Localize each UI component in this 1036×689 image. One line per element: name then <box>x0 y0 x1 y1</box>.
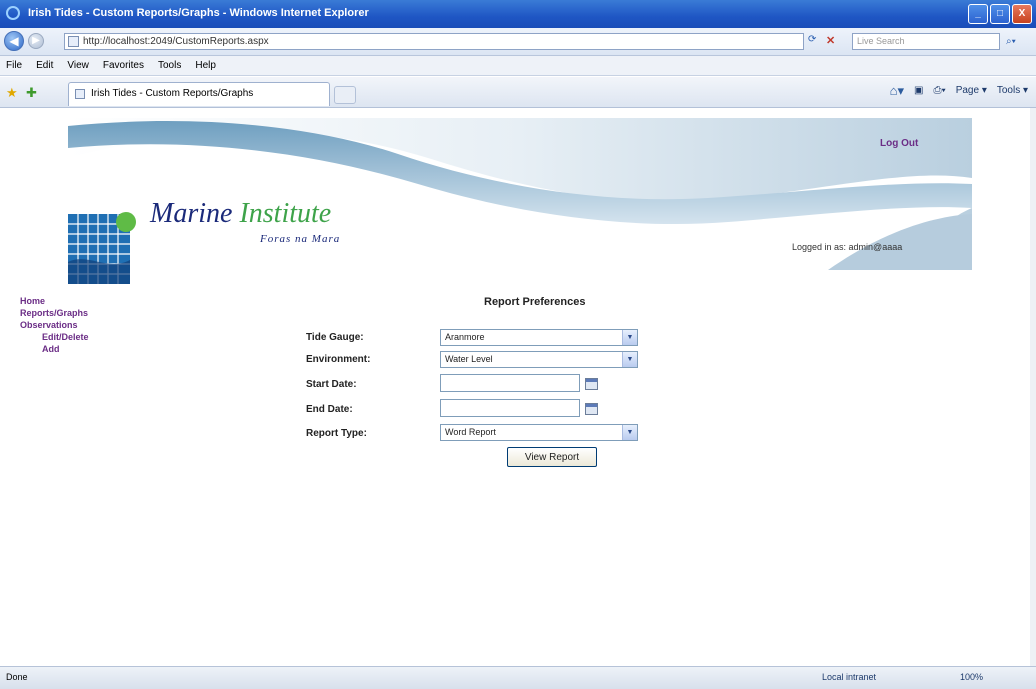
tab-custom-reports[interactable]: Irish Tides - Custom Reports/Graphs <box>68 82 330 106</box>
address-toolbar: ◀ ▶ http://localhost:2049/CustomReports.… <box>0 28 1036 56</box>
view-report-button[interactable]: View Report <box>507 447 597 467</box>
chevron-down-icon[interactable]: ▼ <box>622 425 637 440</box>
end-date-input[interactable] <box>440 399 580 417</box>
report-type-label: Report Type: <box>306 428 367 439</box>
scrollbar[interactable] <box>1030 108 1036 666</box>
chevron-down-icon[interactable]: ▼ <box>622 352 637 367</box>
marine-institute-logo-icon <box>68 212 136 284</box>
sidebar-item-edit-delete[interactable]: Edit/Delete <box>20 331 89 343</box>
sidebar-item-reports-graphs[interactable]: Reports/Graphs <box>20 307 89 319</box>
status-text: Done <box>6 672 28 682</box>
print-icon[interactable]: ⎙▾ <box>933 85 945 96</box>
start-date-label: Start Date: <box>306 379 357 390</box>
logo-subtitle: Foras na Mara <box>260 233 341 245</box>
favorites-star-icon[interactable]: ★ <box>6 85 18 101</box>
page-icon <box>68 36 79 47</box>
minimize-button[interactable]: _ <box>968 4 988 24</box>
tide-gauge-select[interactable]: Aranmore ▼ <box>440 329 638 346</box>
environment-select[interactable]: Water Level ▼ <box>440 351 638 368</box>
sidebar-item-add[interactable]: Add <box>20 343 89 355</box>
environment-label: Environment: <box>306 354 371 365</box>
feeds-icon[interactable]: ▣ <box>914 85 923 96</box>
logged-in-text: Logged in as: admin@aaaa <box>792 242 903 252</box>
page-icon <box>75 89 85 99</box>
chevron-down-icon[interactable]: ▼ <box>622 330 637 345</box>
tide-gauge-label: Tide Gauge: <box>306 332 364 343</box>
tab-label: Irish Tides - Custom Reports/Graphs <box>91 88 254 99</box>
new-tab-button[interactable] <box>334 86 356 104</box>
sidebar-item-home[interactable]: Home <box>20 295 89 307</box>
search-input[interactable]: Live Search <box>852 33 1000 50</box>
menu-tools[interactable]: Tools <box>158 56 181 75</box>
calendar-icon[interactable] <box>585 403 598 415</box>
refresh-icon[interactable]: ⟳ <box>808 34 822 48</box>
end-date-label: End Date: <box>306 404 353 415</box>
page-menu[interactable]: Page ▾ <box>956 85 987 96</box>
form-title: Report Preferences <box>484 296 586 308</box>
start-date-input[interactable] <box>440 374 580 392</box>
report-type-select[interactable]: Word Report ▼ <box>440 424 638 441</box>
maximize-button[interactable]: □ <box>990 4 1010 24</box>
window-title-bar: Irish Tides - Custom Reports/Graphs - Wi… <box>0 0 1036 28</box>
status-bar: Done Local intranet 100% <box>0 666 1036 689</box>
logo-accent-text: Institute <box>239 198 332 229</box>
command-bar: ⌂▾ ▣ ⎙▾ Page ▾ Tools ▾ <box>890 84 1028 97</box>
menu-edit[interactable]: Edit <box>36 56 53 75</box>
security-zone: Local intranet <box>822 672 877 682</box>
ie-icon <box>6 6 20 20</box>
tools-menu[interactable]: Tools ▾ <box>997 85 1028 96</box>
add-favorite-icon[interactable]: ✚ <box>26 85 37 101</box>
home-icon[interactable]: ⌂▾ <box>890 84 904 97</box>
sidebar-nav: Home Reports/Graphs Observations Edit/De… <box>20 295 89 355</box>
address-input[interactable]: http://localhost:2049/CustomReports.aspx <box>64 33 804 50</box>
sidebar-item-observations[interactable]: Observations <box>20 319 89 331</box>
search-icon[interactable]: ⌕▾ <box>1006 33 1030 50</box>
stop-icon[interactable]: ✕ <box>826 34 840 48</box>
menu-view[interactable]: View <box>67 56 89 75</box>
environment-value: Water Level <box>445 354 493 364</box>
tab-bar: ★ ✚ Irish Tides - Custom Reports/Graphs … <box>0 77 1036 108</box>
back-button[interactable]: ◀ <box>4 31 24 51</box>
calendar-icon[interactable] <box>585 378 598 390</box>
window-title: Irish Tides - Custom Reports/Graphs - Wi… <box>28 7 369 19</box>
report-type-value: Word Report <box>445 427 496 437</box>
logout-link[interactable]: Log Out <box>880 138 918 149</box>
menu-file[interactable]: File <box>6 56 22 75</box>
tide-gauge-value: Aranmore <box>445 332 485 342</box>
url-text: http://localhost:2049/CustomReports.aspx <box>83 36 269 47</box>
forward-button[interactable]: ▶ <box>28 33 44 49</box>
menu-bar: File Edit View Favorites Tools Help <box>0 56 1036 76</box>
close-button[interactable]: X <box>1012 4 1032 24</box>
zoom-control[interactable]: 100% <box>960 672 983 682</box>
menu-favorites[interactable]: Favorites <box>103 56 144 75</box>
logo-main-text: Marine <box>150 198 233 229</box>
logo-title: Marine Institute <box>150 198 331 230</box>
menu-help[interactable]: Help <box>195 56 216 75</box>
